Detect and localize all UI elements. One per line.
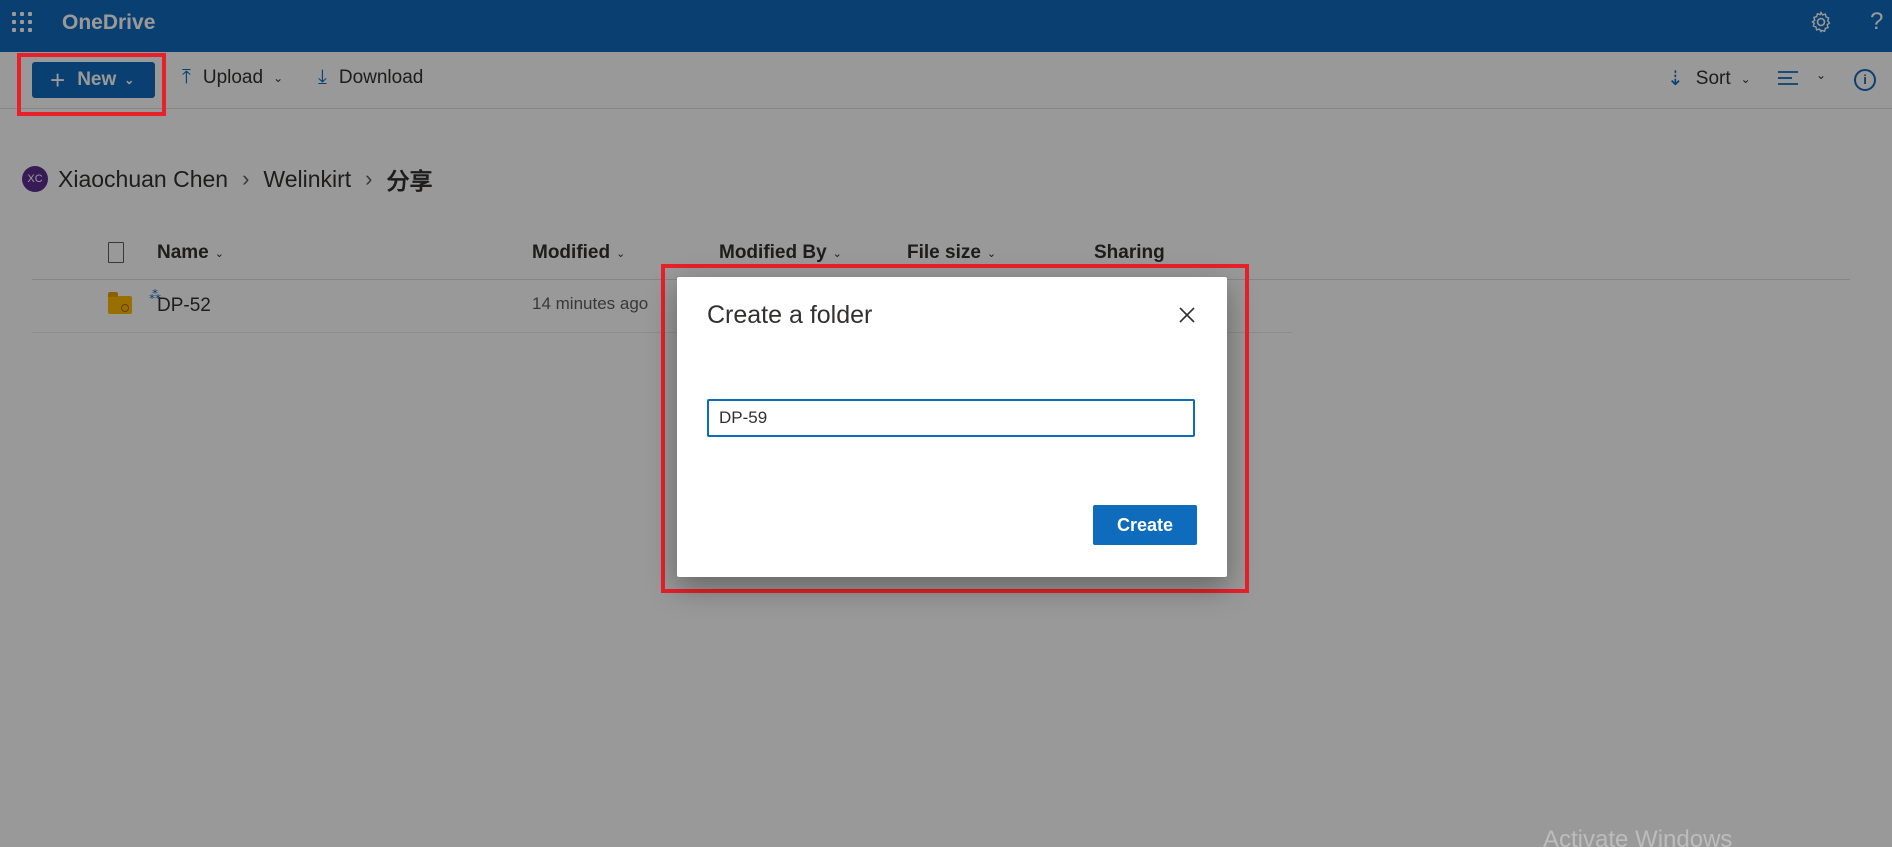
folder-name-input[interactable] <box>707 399 1195 437</box>
close-icon[interactable] <box>1175 303 1199 327</box>
dialog-title: Create a folder <box>707 301 873 329</box>
create-folder-dialog: Create a folder Create <box>677 277 1227 577</box>
create-button[interactable]: Create <box>1093 505 1197 545</box>
activation-watermark: Activate Windows <box>1543 826 1733 853</box>
highlight-box-new <box>17 53 166 116</box>
